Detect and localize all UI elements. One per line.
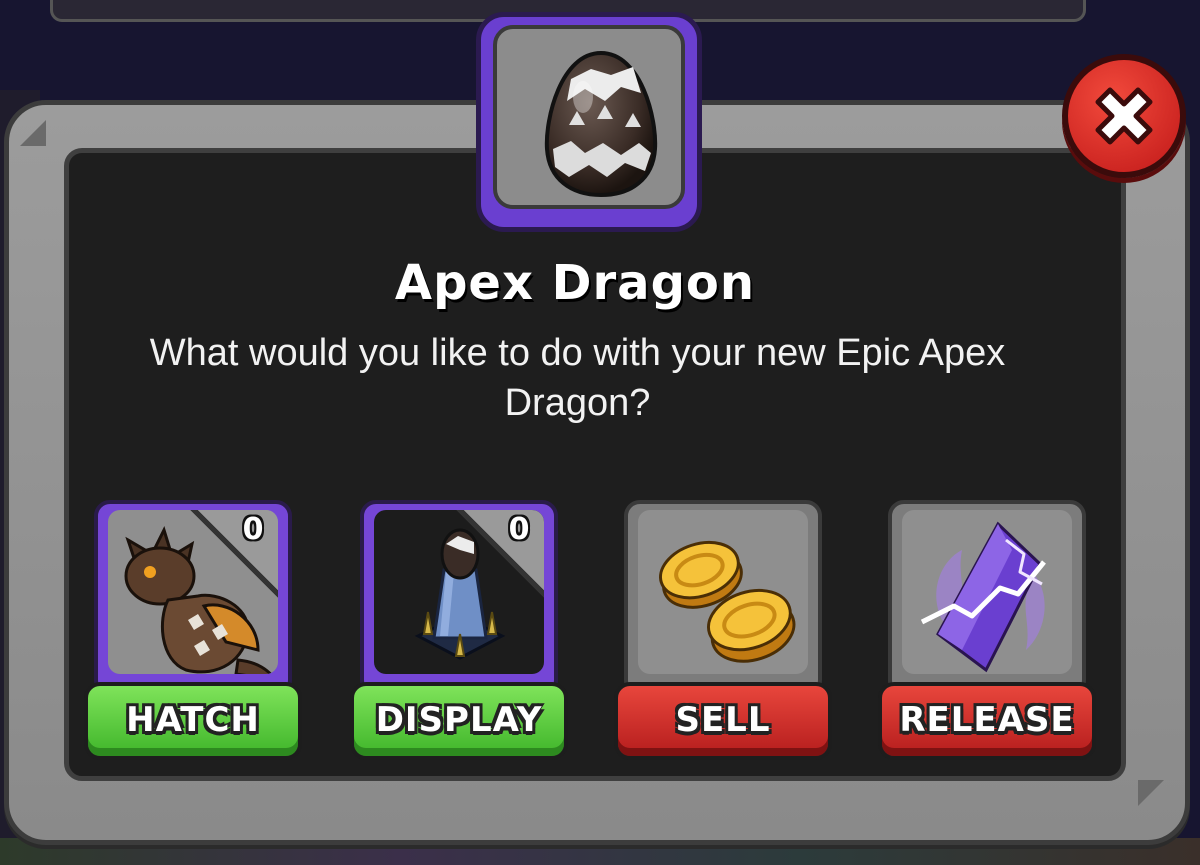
release-card[interactable] (888, 500, 1086, 696)
gold-coins-icon (659, 540, 796, 663)
frame-rivet (20, 120, 46, 146)
close-x-icon (1095, 87, 1153, 145)
apex-dragon-egg-icon (544, 50, 658, 198)
close-button[interactable] (1062, 54, 1186, 178)
option-release[interactable]: RELEASE (878, 500, 1096, 762)
dialog-title: Apex Dragon (394, 255, 756, 311)
sell-button[interactable]: SELL (614, 682, 832, 760)
option-display[interactable]: 0 DISPLAY (350, 500, 568, 762)
display-button[interactable]: DISPLAY (350, 682, 568, 760)
hatch-count: 0 (242, 512, 264, 547)
sell-card[interactable] (624, 500, 822, 696)
dialog-message: What would you like to do with your new … (149, 332, 1006, 424)
frame-rivet (1138, 780, 1164, 806)
egg-portrait (476, 12, 702, 232)
purple-crystal-lightning-icon (920, 521, 1046, 673)
option-sell[interactable]: SELL (614, 500, 832, 762)
hatch-card[interactable]: 0 (94, 500, 292, 696)
release-button[interactable]: RELEASE (878, 682, 1096, 760)
display-card[interactable]: 0 (360, 500, 558, 696)
display-count: 0 (508, 512, 530, 547)
hatch-button[interactable]: HATCH (84, 682, 302, 760)
option-hatch[interactable]: 0 HATCH (84, 500, 302, 762)
